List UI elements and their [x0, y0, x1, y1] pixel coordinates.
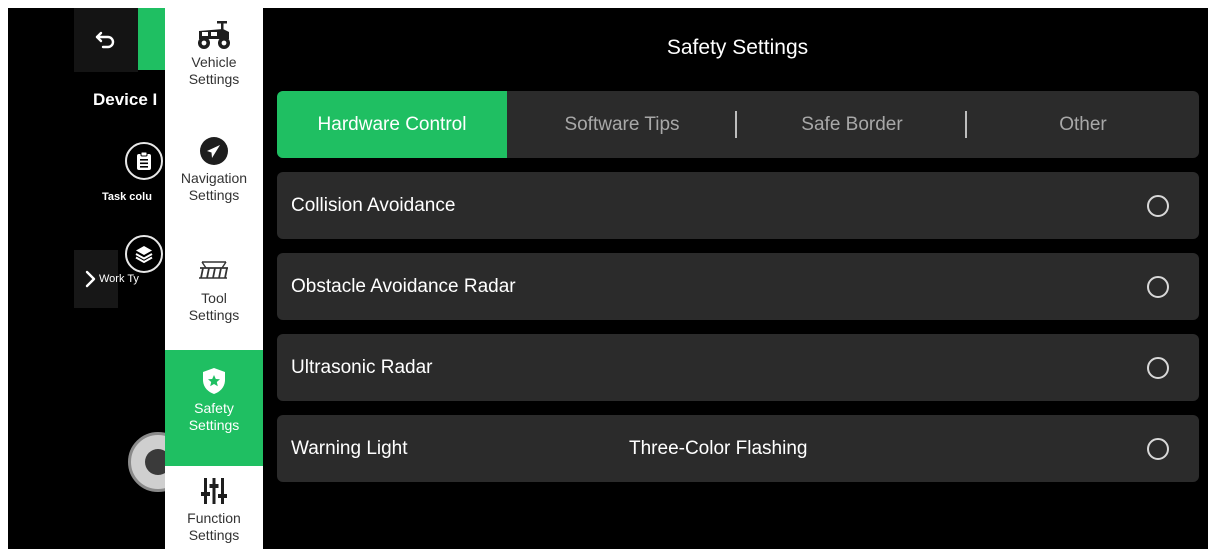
- work-type-label: Work Ty: [99, 273, 139, 285]
- setting-label: Obstacle Avoidance Radar: [291, 275, 516, 297]
- page-title: Safety Settings: [666, 36, 809, 59]
- background-active-tab: [138, 8, 168, 70]
- safety-tabs: Hardware Control Software Tips Safe Bord…: [277, 91, 1199, 158]
- ultrasonic-radar-radio[interactable]: [1147, 356, 1169, 379]
- category-function-settings[interactable]: Function Settings: [165, 476, 263, 549]
- task-column-label: Task colu: [102, 191, 152, 203]
- settings-category-menu: Vehicle Settings Navigation Settings Too…: [165, 8, 263, 549]
- back-button[interactable]: [74, 8, 138, 72]
- obstacle-avoidance-radar-radio[interactable]: [1147, 275, 1169, 298]
- tab-software-tips[interactable]: Software Tips: [507, 91, 737, 158]
- task-column-icon[interactable]: [125, 142, 163, 180]
- category-safety-settings[interactable]: Safety Settings: [165, 350, 263, 466]
- category-vehicle-label: Vehicle Settings: [188, 54, 240, 87]
- setting-row-obstacle-avoidance-radar[interactable]: Obstacle Avoidance Radar: [277, 253, 1199, 320]
- setting-label: Ultrasonic Radar: [291, 356, 433, 378]
- tool-icon: [196, 256, 232, 286]
- setting-row-collision-avoidance[interactable]: Collision Avoidance: [277, 172, 1199, 239]
- tab-hardware-control[interactable]: Hardware Control: [277, 91, 507, 158]
- tab-hardware-control-label: Hardware Control: [317, 113, 467, 135]
- tab-safe-border-label: Safe Border: [801, 113, 903, 135]
- warning-light-radio[interactable]: [1147, 437, 1169, 460]
- category-vehicle-settings[interactable]: Vehicle Settings: [165, 20, 263, 124]
- device-label: Device I: [93, 90, 158, 109]
- setting-row-ultrasonic-radar[interactable]: Ultrasonic Radar: [277, 334, 1199, 401]
- category-tool-label: Tool Settings: [188, 290, 240, 323]
- tab-safe-border[interactable]: Safe Border: [737, 91, 967, 158]
- tab-other[interactable]: Other: [967, 91, 1199, 158]
- category-navigation-settings[interactable]: Navigation Settings: [165, 136, 263, 240]
- setting-label: Warning Light: [291, 437, 408, 459]
- collision-avoidance-radio[interactable]: [1147, 194, 1169, 217]
- category-tool-settings[interactable]: Tool Settings: [165, 256, 263, 352]
- tab-other-label: Other: [1059, 113, 1107, 135]
- warning-light-mode-value: Three-Color Flashing: [629, 437, 808, 459]
- category-function-label: Function Settings: [187, 510, 241, 543]
- setting-row-warning-light[interactable]: Warning Light Three-Color Flashing: [277, 415, 1199, 482]
- category-safety-label: Safety Settings: [188, 400, 240, 433]
- app-screen: Device I Task colu Work Ty Vehicle Setti…: [8, 8, 1208, 549]
- vehicle-icon: [193, 20, 235, 50]
- chevron-right-icon: [85, 270, 96, 288]
- setting-label: Collision Avoidance: [291, 194, 456, 216]
- sliders-icon: [200, 476, 228, 506]
- tab-software-tips-label: Software Tips: [564, 113, 680, 135]
- back-arrow-icon: [95, 31, 115, 49]
- shield-star-icon: [202, 366, 226, 396]
- category-navigation-label: Navigation Settings: [180, 170, 248, 203]
- navigation-icon: [199, 136, 229, 166]
- work-type-icon[interactable]: [125, 235, 163, 273]
